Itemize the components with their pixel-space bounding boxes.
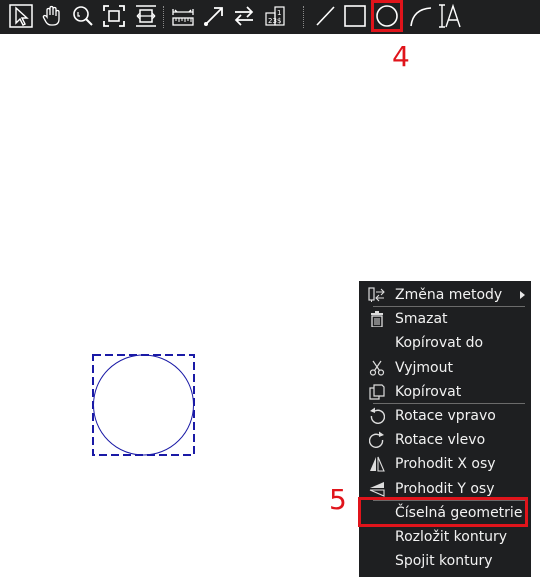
zoom-extents-icon[interactable] bbox=[101, 3, 127, 29]
menu-item-change-method[interactable]: Změna metody bbox=[359, 283, 531, 308]
menu-item-copy-to[interactable]: Kopírovat do bbox=[359, 331, 531, 355]
menu-item-label: Změna metody bbox=[395, 287, 503, 304]
text-icon[interactable] bbox=[437, 3, 463, 29]
step-4-label: 4 bbox=[392, 40, 410, 73]
circle-outline bbox=[93, 354, 194, 456]
zoom-icon[interactable] bbox=[70, 3, 96, 29]
menu-item-label: Smazat bbox=[395, 311, 448, 328]
submenu-arrow-icon bbox=[520, 291, 525, 299]
menu-item-label: Rotace vlevo bbox=[395, 432, 486, 449]
toolbar-separator bbox=[163, 6, 166, 28]
menu-item-label: Rotace vpravo bbox=[395, 408, 496, 425]
menu-item-rotate-left[interactable]: Rotace vlevo bbox=[359, 428, 531, 452]
menu-item-copy[interactable]: Kopírovat bbox=[359, 380, 531, 405]
zoom-width-icon[interactable] bbox=[133, 3, 159, 29]
step-5-label: 5 bbox=[329, 483, 347, 516]
menu-item-label: Kopírovat do bbox=[395, 335, 484, 352]
selected-circle-shape[interactable] bbox=[92, 354, 195, 456]
toolbar: 23 1 $ bbox=[0, 0, 540, 34]
rotate-right-icon bbox=[359, 404, 395, 428]
menu-item-label: Kopírovat bbox=[395, 383, 462, 400]
numbers-icon[interactable]: 23 1 $ bbox=[262, 3, 288, 29]
svg-text:1: 1 bbox=[277, 9, 281, 17]
arc-icon[interactable] bbox=[407, 3, 433, 29]
numeric-geometry-highlight bbox=[358, 497, 528, 527]
menu-item-label: Vyjmout bbox=[395, 359, 453, 376]
menu-item-flip-x[interactable]: Prohodit X osy bbox=[359, 452, 531, 476]
toolbar-separator bbox=[303, 6, 306, 28]
rotate-left-icon bbox=[359, 428, 395, 452]
circle-tool-highlight bbox=[371, 0, 403, 32]
menu-item-explode-contours[interactable]: Rozložit kontury bbox=[359, 525, 531, 549]
rectangle-icon[interactable] bbox=[342, 3, 368, 29]
copy-icon bbox=[359, 380, 395, 404]
menu-item-label: Rozložit kontury bbox=[395, 528, 508, 545]
trash-icon bbox=[359, 307, 395, 331]
scissors-icon bbox=[359, 356, 395, 380]
menu-item-label: Prohodit X osy bbox=[395, 456, 496, 473]
flip-x-icon bbox=[359, 452, 395, 476]
menu-item-delete[interactable]: Smazat bbox=[359, 307, 531, 331]
line-icon[interactable] bbox=[312, 3, 338, 29]
context-menu: Změna metody Smazat Kopírovat do Vyjmout… bbox=[359, 281, 531, 577]
swap-icon[interactable] bbox=[231, 3, 257, 29]
menu-item-join-contours[interactable]: Spojit kontury bbox=[359, 549, 531, 573]
svg-text:$: $ bbox=[277, 17, 281, 25]
menu-item-label: Spojit kontury bbox=[395, 553, 493, 570]
measure-icon[interactable] bbox=[170, 3, 196, 29]
svg-text:23: 23 bbox=[268, 17, 277, 25]
menu-item-label: Prohodit Y osy bbox=[395, 480, 495, 497]
select-cursor-icon[interactable] bbox=[8, 3, 34, 29]
menu-item-cut[interactable]: Vyjmout bbox=[359, 356, 531, 380]
change-method-icon bbox=[359, 283, 395, 307]
move-arrow-icon[interactable] bbox=[201, 3, 227, 29]
pan-hand-icon[interactable] bbox=[39, 3, 65, 29]
menu-item-rotate-right[interactable]: Rotace vpravo bbox=[359, 404, 531, 428]
